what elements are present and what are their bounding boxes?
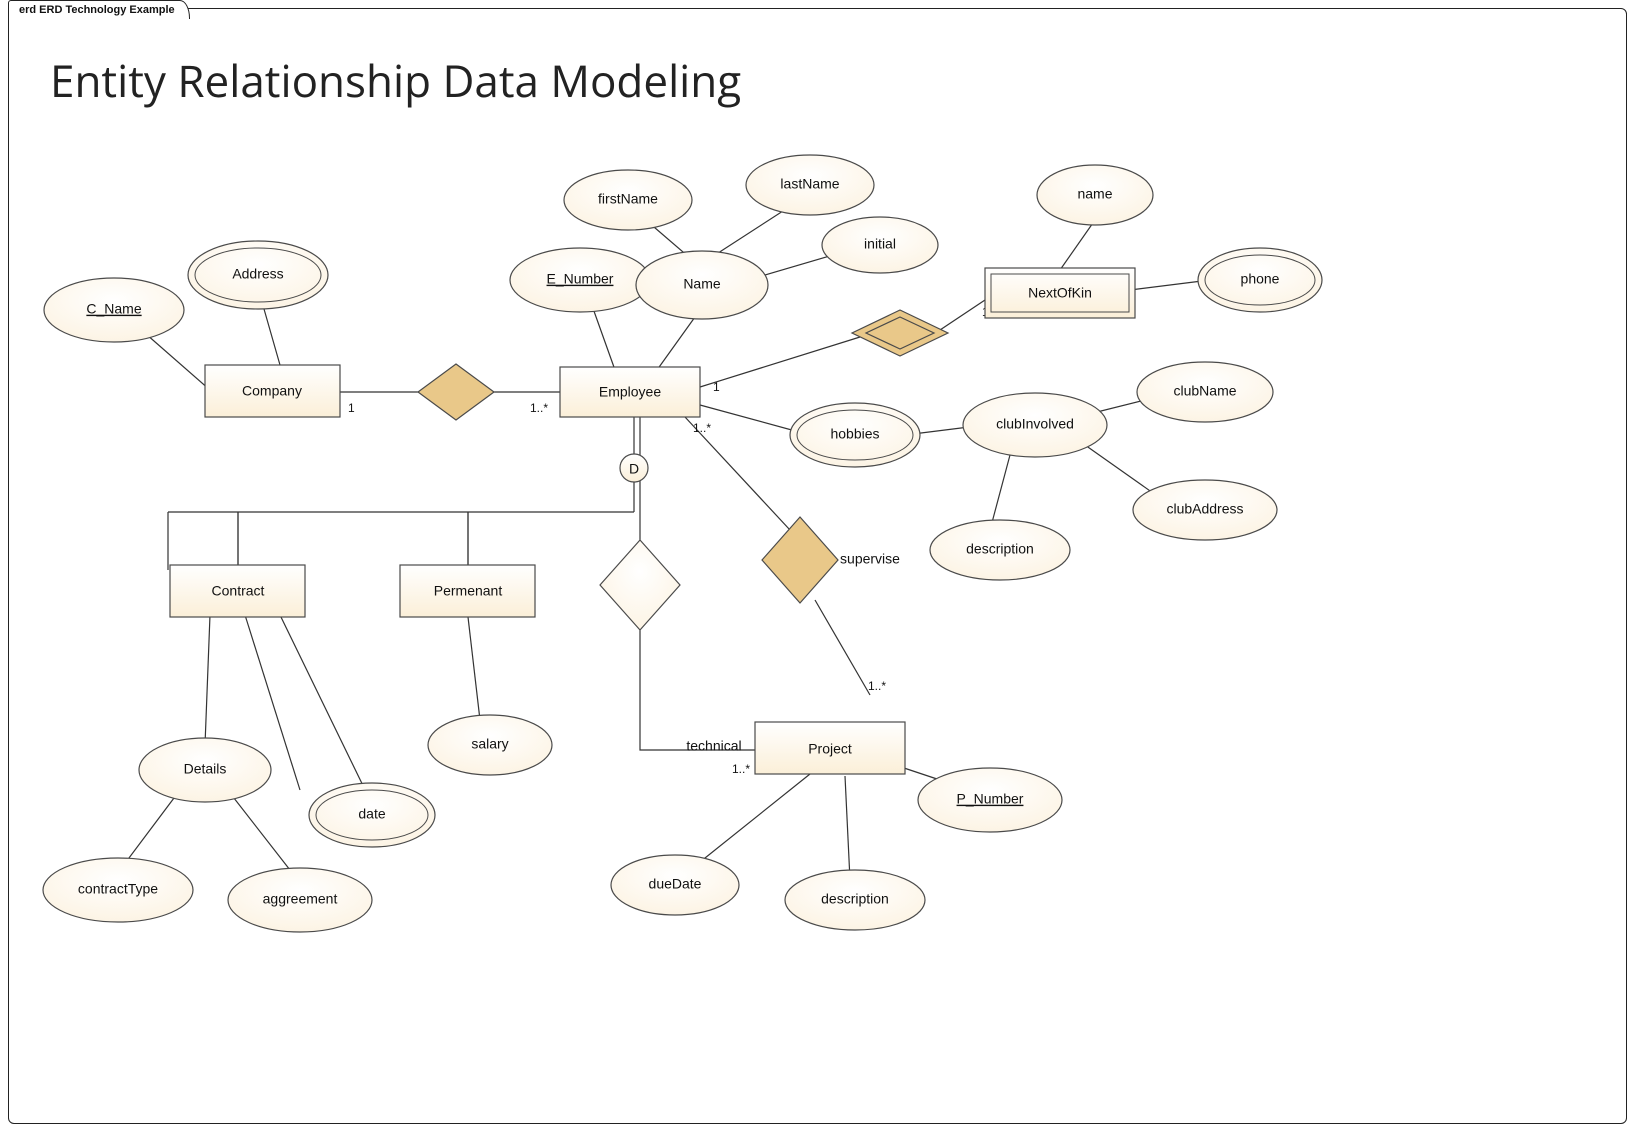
entity-contract: Contract (170, 565, 305, 617)
svg-text:aggreement: aggreement (263, 891, 338, 907)
svg-text:C_Name: C_Name (86, 301, 141, 317)
svg-text:Contract: Contract (212, 583, 265, 599)
attr-firstname: firstName (564, 170, 692, 230)
rel-technical: technical (600, 540, 742, 754)
svg-text:1: 1 (348, 401, 355, 415)
svg-text:description: description (821, 891, 889, 907)
svg-text:Company: Company (242, 383, 302, 399)
erd-canvas: 1 1..* 1 1 1..* 1..* 1..* technical supe… (0, 0, 1635, 1132)
svg-text:Employee: Employee (599, 384, 661, 400)
attr-hobbies: hobbies (790, 403, 920, 467)
attr-clubname: clubName (1137, 362, 1273, 422)
svg-text:date: date (358, 806, 385, 822)
svg-text:initial: initial (864, 236, 896, 252)
svg-text:1..*: 1..* (693, 421, 711, 435)
attr-contracttype: contractType (43, 858, 193, 922)
svg-text:phone: phone (1241, 271, 1280, 287)
svg-text:1..*: 1..* (732, 762, 750, 776)
svg-text:hobbies: hobbies (830, 426, 879, 442)
entity-project: Project (755, 722, 905, 774)
attr-description-club: description (930, 520, 1070, 580)
attr-description-proj: description (785, 870, 925, 930)
svg-text:contractType: contractType (78, 881, 158, 897)
svg-text:Project: Project (808, 741, 852, 757)
svg-text:D: D (629, 461, 639, 477)
attr-address: Address (188, 241, 328, 309)
entity-employee: Employee (560, 367, 700, 417)
svg-text:Details: Details (184, 761, 227, 777)
svg-text:Name: Name (683, 276, 721, 292)
svg-text:clubInvolved: clubInvolved (996, 416, 1074, 432)
attr-details: Details (139, 738, 271, 802)
svg-text:1..*: 1..* (868, 679, 886, 693)
svg-text:1: 1 (713, 380, 720, 394)
attr-c-name: C_Name (44, 278, 184, 342)
attr-initial: initial (822, 217, 938, 273)
attr-clubinvolved: clubInvolved (963, 393, 1107, 457)
svg-text:technical: technical (686, 738, 741, 754)
attr-p-number: P_Number (918, 768, 1062, 832)
attr-e-number: E_Number (510, 248, 650, 312)
svg-text:1..*: 1..* (530, 401, 548, 415)
svg-text:Address: Address (232, 266, 283, 282)
svg-text:E_Number: E_Number (547, 271, 614, 287)
svg-text:lastName: lastName (780, 176, 839, 192)
rel-company-employee (418, 364, 494, 420)
entity-nextofkin: NextOfKin (985, 268, 1135, 318)
attr-nok-name: name (1037, 165, 1153, 225)
entity-permanent: Permenant (400, 565, 535, 617)
attr-lastname: lastName (746, 155, 874, 215)
svg-text:dueDate: dueDate (649, 876, 702, 892)
isa-disjoint: D (620, 454, 648, 482)
attr-date: date (309, 783, 435, 847)
rel-employee-nextofkin (852, 310, 948, 356)
attr-phone: phone (1198, 248, 1322, 312)
attr-duedate: dueDate (611, 855, 739, 915)
svg-text:description: description (966, 541, 1034, 557)
svg-text:P_Number: P_Number (957, 791, 1024, 807)
entity-company: Company (205, 365, 340, 417)
svg-text:salary: salary (471, 736, 508, 752)
attr-salary: salary (428, 715, 552, 775)
svg-text:NextOfKin: NextOfKin (1028, 285, 1092, 301)
svg-text:supervise: supervise (840, 551, 900, 567)
svg-text:name: name (1077, 186, 1112, 202)
attr-name: Name (636, 251, 768, 319)
attr-clubaddress: clubAddress (1133, 480, 1277, 540)
rel-supervise: supervise (762, 517, 900, 603)
svg-text:clubName: clubName (1173, 383, 1236, 399)
attr-aggreement: aggreement (228, 868, 372, 932)
svg-text:firstName: firstName (598, 191, 658, 207)
svg-text:clubAddress: clubAddress (1166, 501, 1243, 517)
svg-text:Permenant: Permenant (434, 583, 503, 599)
